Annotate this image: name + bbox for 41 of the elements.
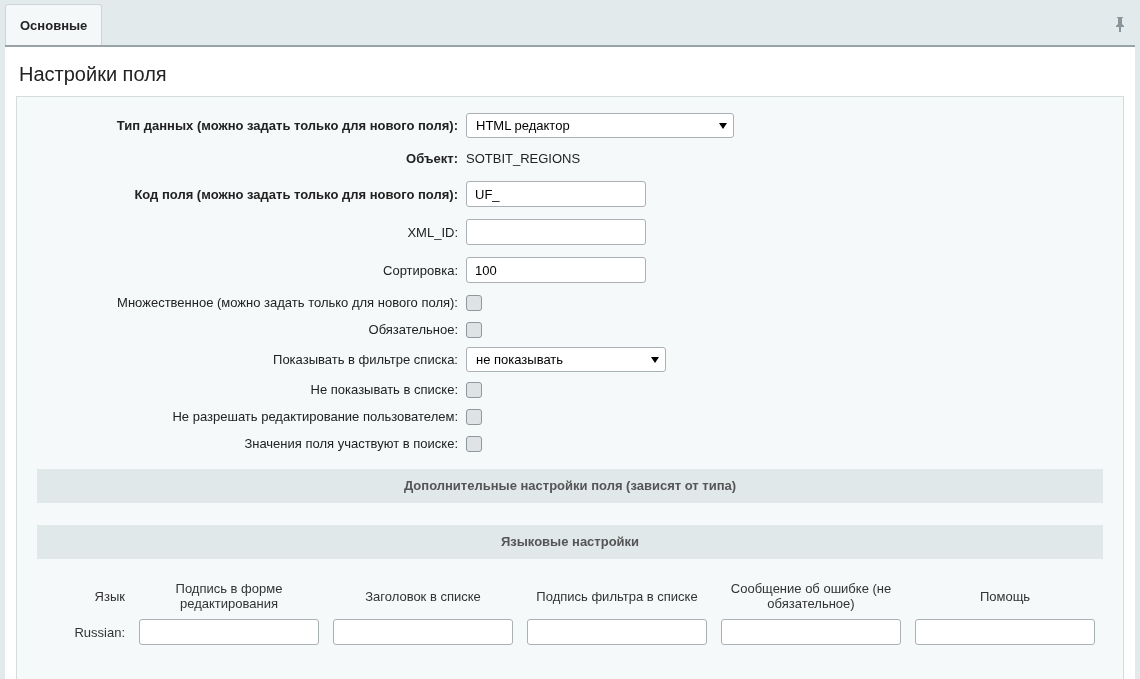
checkbox[interactable] [466, 435, 482, 452]
input-field[interactable] [466, 219, 646, 245]
section-header: Языковые настройки [37, 525, 1103, 559]
tab[interactable]: Основные [5, 4, 103, 45]
field-label: Не показывать в списке: [309, 381, 458, 399]
checkbox[interactable] [466, 408, 482, 425]
checkbox[interactable] [466, 294, 482, 311]
column-header: Подпись в форме редактирования [174, 581, 284, 611]
input-field[interactable] [527, 619, 707, 645]
pin-icon[interactable] [1115, 16, 1125, 32]
field-label: Множественное (можно задать только для нового поля): [116, 294, 458, 312]
column-header: Подпись фильтра в списке [535, 588, 699, 604]
field-value: SOTBIT_REGIONS [466, 151, 581, 166]
field-label: Показывать в фильтре списка: [272, 351, 458, 369]
field-label: Не разрешать редактирование пользователем: [171, 408, 458, 426]
checkbox[interactable] [466, 321, 482, 338]
caret-icon [719, 122, 727, 129]
field-label: XML_ID: [406, 223, 458, 242]
field-label: Объект: [405, 150, 458, 168]
column-header: Сообщение об ошибке (не обязательное) [729, 581, 893, 611]
input-field[interactable] [915, 619, 1095, 645]
input-field[interactable] [333, 619, 513, 645]
field-label: Код поля (можно задать только для нового поля): [133, 185, 458, 204]
field-label: Тип данных (можно задать только для нового поля): [115, 117, 458, 135]
input-field[interactable]: UF_ [466, 181, 646, 207]
caret-icon [651, 356, 659, 363]
dropdown[interactable]: HTML редактор [466, 113, 734, 138]
input-field[interactable] [721, 619, 901, 645]
column-header: Заголовок в списке [364, 588, 482, 604]
field-label: Сортировка: [382, 261, 458, 280]
input-field[interactable] [139, 619, 319, 645]
row-label: Russian: [73, 624, 125, 640]
column-header: Язык [93, 588, 125, 604]
field-label: Обязательное: [367, 321, 458, 339]
input-field[interactable]: 100 [466, 257, 646, 283]
field-label: Значения поля участвуют в поиске: [243, 435, 458, 453]
checkbox[interactable] [466, 381, 482, 398]
dropdown[interactable]: не показывать [466, 347, 666, 372]
section-header: Дополнительные настройки поля (зависят от типа) [37, 469, 1103, 503]
page-title: Настройки поля [18, 62, 168, 87]
column-header: Помощь [978, 588, 1032, 604]
